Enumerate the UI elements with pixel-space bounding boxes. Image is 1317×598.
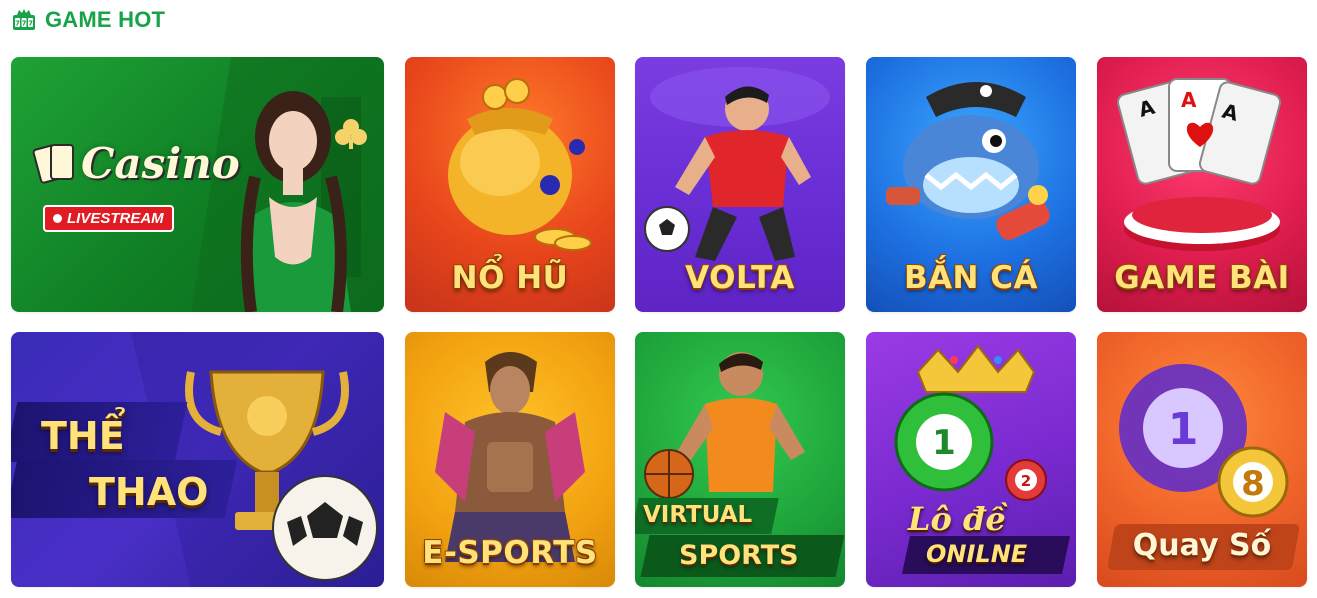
game-tile-quay-so[interactable]: 1 8 Quay Số [1097, 332, 1307, 587]
live-dot-icon [53, 214, 62, 223]
section-title: GAME HOT [45, 7, 166, 32]
game-tile-e-sports[interactable]: E-SPORTS [405, 332, 615, 587]
game-tile-no-hu[interactable]: NỔ HŨ [405, 57, 615, 312]
sports-label: SPORTS [679, 540, 799, 571]
game-tile-volta[interactable]: VOLTA [635, 57, 845, 312]
ball-number-1: 1 [932, 423, 956, 463]
the-thao-label-line2: THAO [89, 470, 209, 514]
game-tile-casino[interactable]: Casino LIVESTREAM [11, 57, 384, 312]
svg-text:7: 7 [22, 20, 27, 28]
game-tile-virtual-sports[interactable]: VIRTUAL SPORTS [635, 332, 845, 587]
virtual-label: VIRTUAL [643, 502, 753, 528]
svg-text:A: A [1181, 88, 1197, 112]
game-tile-game-bai[interactable]: A A A GAME BÀI [1097, 57, 1307, 312]
slot-machine-icon: 7 7 7 [13, 9, 35, 30]
lo-de-label: Lô đề [908, 500, 1006, 538]
game-tile-the-thao[interactable]: THỂ THAO [11, 332, 384, 587]
svg-text:7: 7 [28, 20, 33, 28]
section-header: 7 7 7 GAME HOT [11, 6, 165, 34]
quay-so-label: Quay Số [1132, 528, 1272, 563]
ball-number-2: 2 [1021, 472, 1031, 490]
online-label: ONILNE [926, 540, 1028, 568]
e-sports-label: E-SPORTS [422, 535, 598, 571]
ball-number-8: 8 [1241, 464, 1265, 504]
livestream-badge: LIVESTREAM [43, 205, 174, 232]
game-bai-label: GAME BÀI [1114, 260, 1290, 296]
game-tile-ban-ca[interactable]: BẮN CÁ [866, 57, 1076, 312]
livestream-label: LIVESTREAM [67, 210, 164, 227]
ball-number-1: 1 [1168, 404, 1199, 455]
game-tile-lo-de[interactable]: 1 2 Lô đề ONILNE [866, 332, 1076, 587]
the-thao-label-line1: THỂ [41, 414, 125, 458]
svg-text:7: 7 [15, 20, 20, 28]
ban-ca-label: BẮN CÁ [903, 260, 1039, 296]
volta-label: VOLTA [685, 260, 795, 296]
no-hu-label: NỔ HŨ [451, 260, 569, 296]
casino-title: Casino [81, 139, 240, 188]
